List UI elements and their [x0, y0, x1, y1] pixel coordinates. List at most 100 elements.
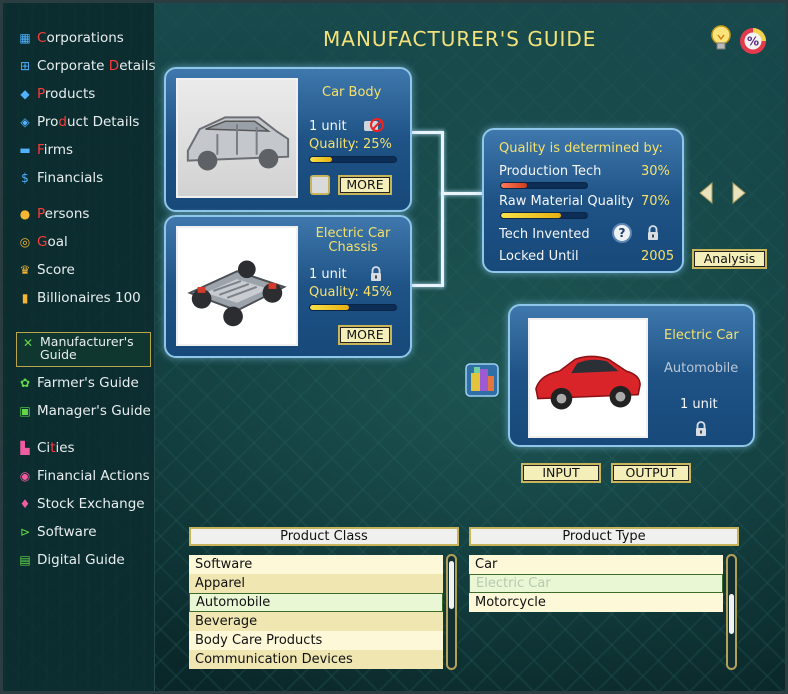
sidebar-item-label: Digital Guide: [37, 552, 125, 568]
tools-icon: ✕: [22, 336, 34, 350]
sidebar-item-label: Stock Exchange: [37, 496, 145, 512]
input-quality: Quality: 25%: [309, 137, 392, 152]
raw-material-value: 70%: [641, 194, 670, 209]
page-title: MANUFACTURER'S GUIDE: [323, 27, 597, 51]
sidebar-item-label: Software: [37, 524, 97, 540]
connector-line: [411, 131, 443, 134]
electric-car-photo: [528, 318, 648, 438]
list-item[interactable]: Body Care Products: [189, 631, 443, 650]
book-icon: ▤: [19, 553, 31, 567]
chassis-icon: [187, 260, 287, 327]
sidebar-item-label: Farmer's Guide: [37, 375, 139, 391]
quality-panel: Quality is determined by: Production Tec…: [482, 128, 684, 273]
sidebar-item-label: Billionaires 100: [37, 290, 141, 306]
input-units: 1 unit: [309, 119, 347, 134]
list-item[interactable]: Automobile: [189, 593, 443, 612]
plant-icon: ✿: [19, 376, 31, 390]
trophy-icon: ♛: [19, 263, 31, 277]
connector-line: [441, 131, 444, 287]
input-checkbox[interactable]: [310, 175, 330, 195]
lightbulb-icon[interactable]: [707, 23, 735, 55]
output-name: Electric Car: [664, 328, 739, 343]
dollar-icon: $: [21, 171, 29, 185]
quality-title: Quality is determined by:: [499, 141, 663, 156]
electric-car-icon: [535, 355, 641, 410]
locked-until-value: 2005: [641, 249, 675, 264]
svg-text:%: %: [747, 35, 759, 49]
cube-icon: ◆: [20, 87, 30, 101]
lock-icon: [371, 266, 381, 281]
sidebar-item-score[interactable]: ♛ Score: [17, 262, 75, 278]
sidebar-item-label: Products: [37, 86, 96, 102]
help-icon[interactable]: ?: [612, 223, 632, 243]
sidebar-item-financial-actions[interactable]: ◉ Financial Actions: [17, 468, 150, 484]
raw-material-bar: [500, 212, 588, 219]
sidebar-item-software[interactable]: ⊳ Software: [17, 524, 97, 540]
sidebar-item-products[interactable]: ◆ Products: [17, 86, 95, 102]
input-name: Electric Car Chassis: [315, 226, 391, 255]
sidebar-item-label: Financials: [37, 170, 104, 186]
sidebar-item-label: Corporate Details: [37, 58, 156, 74]
list-item[interactable]: Car: [469, 555, 723, 574]
analysis-button[interactable]: Analysis: [692, 249, 767, 269]
input-toggle-button[interactable]: INPUT: [521, 463, 601, 483]
sidebar-item-label: Cities: [37, 440, 75, 456]
product-boxes-icon[interactable]: [465, 363, 499, 397]
list-item[interactable]: Electric Car: [469, 574, 723, 593]
input-units: 1 unit: [309, 267, 347, 282]
no-tech-icon: [364, 118, 384, 132]
sidebar-item-farmer-s-guide[interactable]: ✿ Farmer's Guide: [17, 375, 139, 391]
sidebar-item-digital-guide[interactable]: ▤ Digital Guide: [17, 552, 125, 568]
sidebar-item-label: Goal: [37, 234, 68, 250]
sidebar-item-cities[interactable]: ▙ Cities: [17, 440, 75, 456]
tag-icon: ◈: [20, 115, 30, 129]
sidebar-item-firms[interactable]: ▬ Firms: [17, 142, 73, 158]
scroll-thumb[interactable]: [449, 561, 454, 609]
city-icon: ▙: [20, 441, 30, 455]
coin-icon: ◉: [19, 469, 31, 483]
connector-line: [411, 284, 443, 287]
sidebar-item-financials[interactable]: $ Financials: [17, 170, 103, 186]
input-card-car-body: Car Body 1 unit Quality: 25% MORE: [164, 67, 412, 212]
briefcase-icon: ▣: [19, 404, 31, 418]
sidebar-item-manufacturer-s-guide[interactable]: ✕ Manufacturer's Guide: [16, 332, 151, 367]
list-item[interactable]: Beverage: [189, 612, 443, 631]
product-type-list: Car Electric Car Motorcycle: [469, 555, 723, 612]
sidebar-item-goal[interactable]: ◎ Goal: [17, 234, 68, 250]
target-icon: ◎: [19, 235, 31, 249]
shop-icon: ▬: [19, 143, 31, 157]
arrow-right-icon[interactable]: [731, 181, 747, 205]
list-item[interactable]: Software: [189, 555, 443, 574]
input-card-electric-car-chassis: Electric Car Chassis 1 unit Quality: 45%…: [164, 215, 412, 358]
arrow-left-icon[interactable]: [698, 181, 714, 205]
input-quality-bar: [309, 304, 397, 311]
sidebar-item-corporations[interactable]: ▦ Corporations: [17, 30, 123, 46]
sidebar-item-billionaires-100[interactable]: ▮ Billionaires 100: [17, 290, 141, 306]
list-item[interactable]: Motorcycle: [469, 593, 723, 612]
lock-icon: [648, 225, 658, 240]
more-button[interactable]: MORE: [338, 325, 392, 345]
lock-icon: [696, 421, 706, 436]
list-item[interactable]: Communication Devices: [189, 650, 443, 669]
scroll-thumb[interactable]: [729, 594, 734, 634]
building-icon: ▦: [19, 31, 31, 45]
raw-material-label: Raw Material Quality: [499, 194, 634, 209]
sidebar-item-corporate-details[interactable]: ⊞ Corporate Details: [17, 58, 156, 74]
sidebar-item-product-details[interactable]: ◈ Product Details: [17, 114, 139, 130]
output-toggle-button[interactable]: OUTPUT: [611, 463, 691, 483]
percent-icon[interactable]: %: [738, 26, 768, 56]
more-button[interactable]: MORE: [338, 175, 392, 195]
output-type: Automobile: [664, 361, 739, 376]
sidebar-item-manager-s-guide[interactable]: ▣ Manager's Guide: [17, 403, 151, 419]
sidebar: ▦ Corporations ⊞ Corporate Details ◆ Products…: [3, 3, 156, 691]
sidebar-item-persons[interactable]: ● Persons: [17, 206, 90, 222]
code-icon: ⊳: [19, 525, 31, 539]
product-type-scrollbar[interactable]: [726, 554, 737, 670]
car-body-icon: [186, 116, 290, 171]
product-class-scrollbar[interactable]: [446, 554, 457, 670]
person-icon: ●: [19, 207, 31, 221]
list-item[interactable]: Apparel: [189, 574, 443, 593]
output-units: 1 unit: [680, 397, 718, 412]
sidebar-item-stock-exchange[interactable]: ♦ Stock Exchange: [17, 496, 145, 512]
production-tech-value: 30%: [641, 164, 670, 179]
